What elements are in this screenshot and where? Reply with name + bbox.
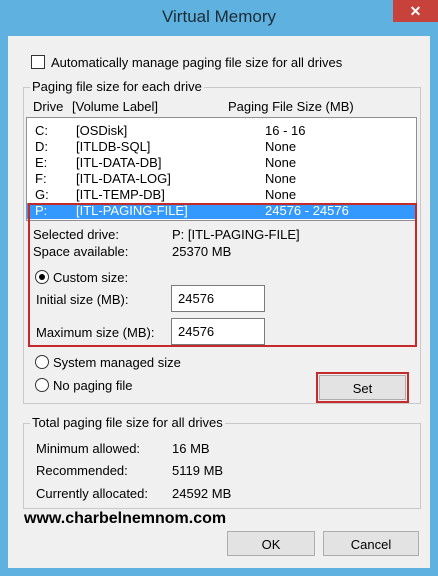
minimum-allowed-label: Minimum allowed: (36, 441, 141, 456)
custom-size-label[interactable]: Custom size: (53, 270, 128, 285)
space-available-value: 25370 MB (172, 244, 232, 259)
custom-size-radio[interactable] (35, 270, 49, 284)
paging-group-legend: Paging file size for each drive (30, 79, 204, 94)
selected-drive-label: Selected drive: (33, 227, 119, 242)
system-managed-radio[interactable] (35, 355, 49, 369)
close-icon: ✕ (409, 3, 422, 19)
drive-row[interactable]: D: [ITLDB-SQL] None (27, 139, 416, 155)
virtual-memory-window: Virtual Memory ✕ Automatically manage pa… (0, 0, 438, 576)
window-title: Virtual Memory (162, 7, 276, 26)
drive-row[interactable]: C: [OSDisk] 16 - 16 (27, 123, 416, 139)
initial-size-input[interactable]: 24576 (171, 285, 265, 312)
minimum-allowed-value: 16 MB (172, 441, 210, 456)
currently-allocated-label: Currently allocated: (36, 486, 148, 501)
drive-row[interactable]: F: [ITL-DATA-LOG] None (27, 171, 416, 187)
auto-manage-label[interactable]: Automatically manage paging file size fo… (51, 55, 342, 70)
ok-button[interactable]: OK (227, 531, 315, 556)
drive-listbox[interactable]: C: [OSDisk] 16 - 16 D: [ITLDB-SQL] None … (26, 117, 417, 221)
set-button[interactable]: Set (319, 375, 406, 400)
no-paging-label[interactable]: No paging file (53, 378, 133, 393)
system-managed-label[interactable]: System managed size (53, 355, 181, 370)
space-available-label: Space available: (33, 244, 129, 259)
total-group-legend: Total paging file size for all drives (30, 415, 225, 430)
recommended-label: Recommended: (36, 463, 128, 478)
drive-row-selected[interactable]: P: [ITL-PAGING-FILE] 24576 - 24576 (27, 203, 416, 219)
initial-size-label: Initial size (MB): (36, 292, 129, 307)
maximum-size-label: Maximum size (MB): (36, 325, 155, 340)
column-header-paging-size: Paging File Size (MB) (228, 99, 354, 114)
no-paging-radio[interactable] (35, 378, 49, 392)
auto-manage-checkbox[interactable] (31, 55, 45, 69)
maximum-size-input[interactable]: 24576 (171, 318, 265, 345)
watermark-url: www.charbelnemnom.com (24, 510, 227, 527)
column-header-volume-label: [Volume Label] (72, 99, 159, 114)
title-bar[interactable]: Virtual Memory ✕ (0, 0, 438, 36)
drive-row[interactable]: E: [ITL-DATA-DB] None (27, 155, 416, 171)
currently-allocated-value: 24592 MB (172, 486, 232, 501)
column-header-drive: Drive (33, 99, 64, 114)
close-button[interactable]: ✕ (393, 0, 438, 22)
cancel-button[interactable]: Cancel (323, 531, 419, 556)
recommended-value: 5119 MB (172, 463, 224, 478)
selected-drive-value: P: [ITL-PAGING-FILE] (172, 227, 300, 242)
drive-row[interactable]: G: [ITL-TEMP-DB] None (27, 187, 416, 203)
